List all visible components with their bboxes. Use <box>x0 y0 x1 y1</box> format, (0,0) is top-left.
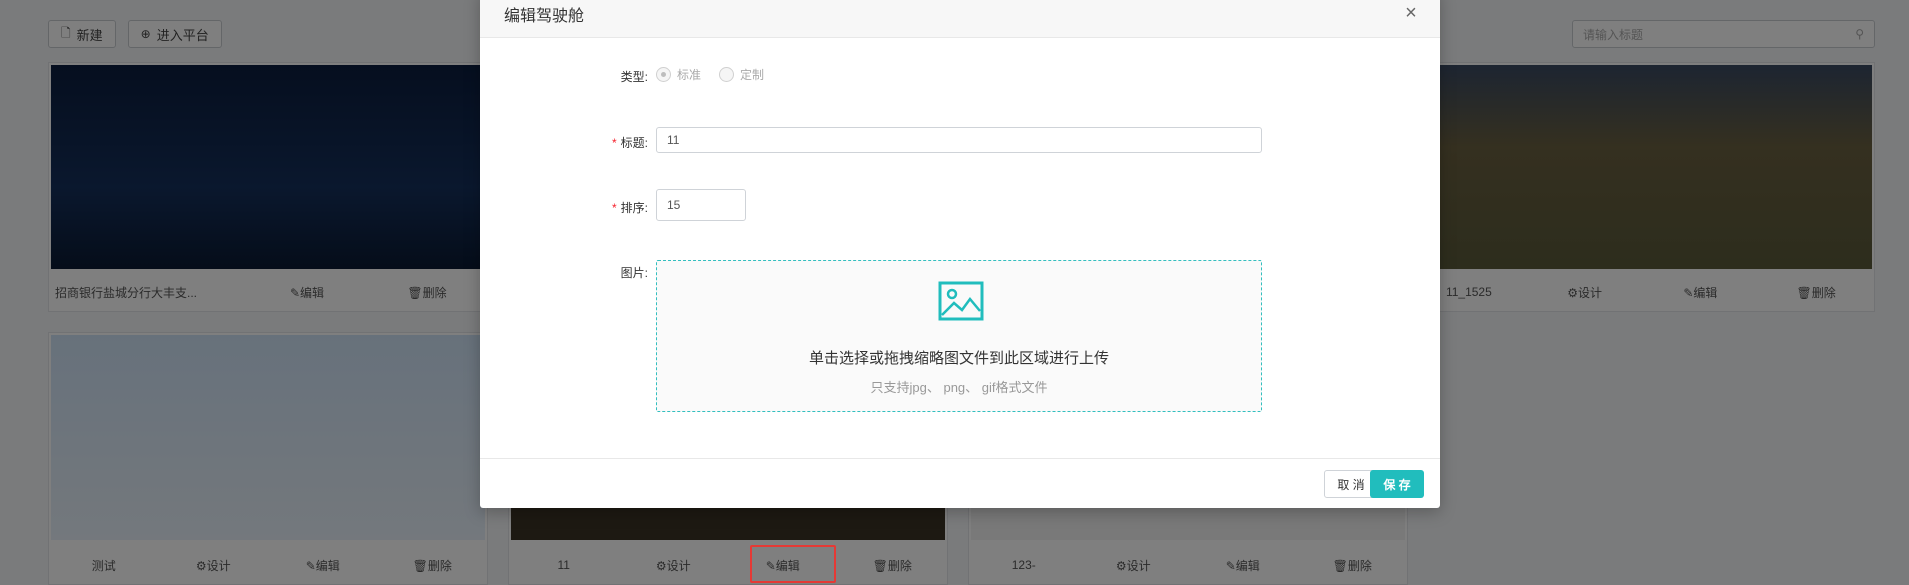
image-field-label: 图片: <box>480 264 648 281</box>
type-label-text: 类型: <box>620 70 648 84</box>
required-mark: * <box>611 201 617 215</box>
highlight-box <box>750 545 836 583</box>
close-icon[interactable]: × <box>1400 2 1422 24</box>
radio-unchecked-icon <box>719 67 735 82</box>
image-upload-dropzone[interactable]: 单击选择或拖拽缩略图文件到此区域进行上传 只支持jpg、 png、 gif格式文… <box>656 260 1262 412</box>
image-label-text: 图片: <box>620 266 648 280</box>
dialog-header: 编辑驾驶舱 <box>480 0 1440 38</box>
upload-instruction: 单击选择或拖拽缩略图文件到此区域进行上传 <box>808 350 1109 367</box>
save-button[interactable]: 保 存 <box>1370 470 1424 498</box>
type-radio-standard[interactable]: 标准 <box>656 66 701 83</box>
radio-checked-icon <box>656 67 671 82</box>
sort-input-value: 15 <box>667 198 681 212</box>
dialog-title: 编辑驾驶舱 <box>504 7 585 25</box>
type-radio-group: 标准 定制 <box>656 66 782 83</box>
type-option-standard-label: 标准 <box>677 68 702 82</box>
sort-label-text: 排序: <box>620 201 648 215</box>
sort-input[interactable]: 15 <box>656 189 746 221</box>
image-icon <box>938 281 984 321</box>
required-mark: * <box>611 136 617 150</box>
edit-cockpit-dialog: 编辑驾驶舱 × 类型: 标准 定制 *标题: 11 *排序: 15 图片: <box>480 0 1440 508</box>
title-label-text: 标题: <box>620 136 648 150</box>
type-label: 类型: <box>480 68 648 85</box>
sort-field-label: * 排序: <box>480 199 648 216</box>
title-input[interactable]: 11 <box>656 127 1262 153</box>
dialog-footer: 取 消 保 存 <box>480 458 1440 508</box>
upload-format-hint: 只支持jpg、 png、 gif格式文件 <box>870 380 1048 395</box>
title-input-value: 11 <box>667 133 680 147</box>
type-radio-custom[interactable]: 定制 <box>719 66 764 83</box>
type-option-custom-label: 定制 <box>740 68 765 82</box>
title-field-label: * 标题: <box>480 134 648 151</box>
